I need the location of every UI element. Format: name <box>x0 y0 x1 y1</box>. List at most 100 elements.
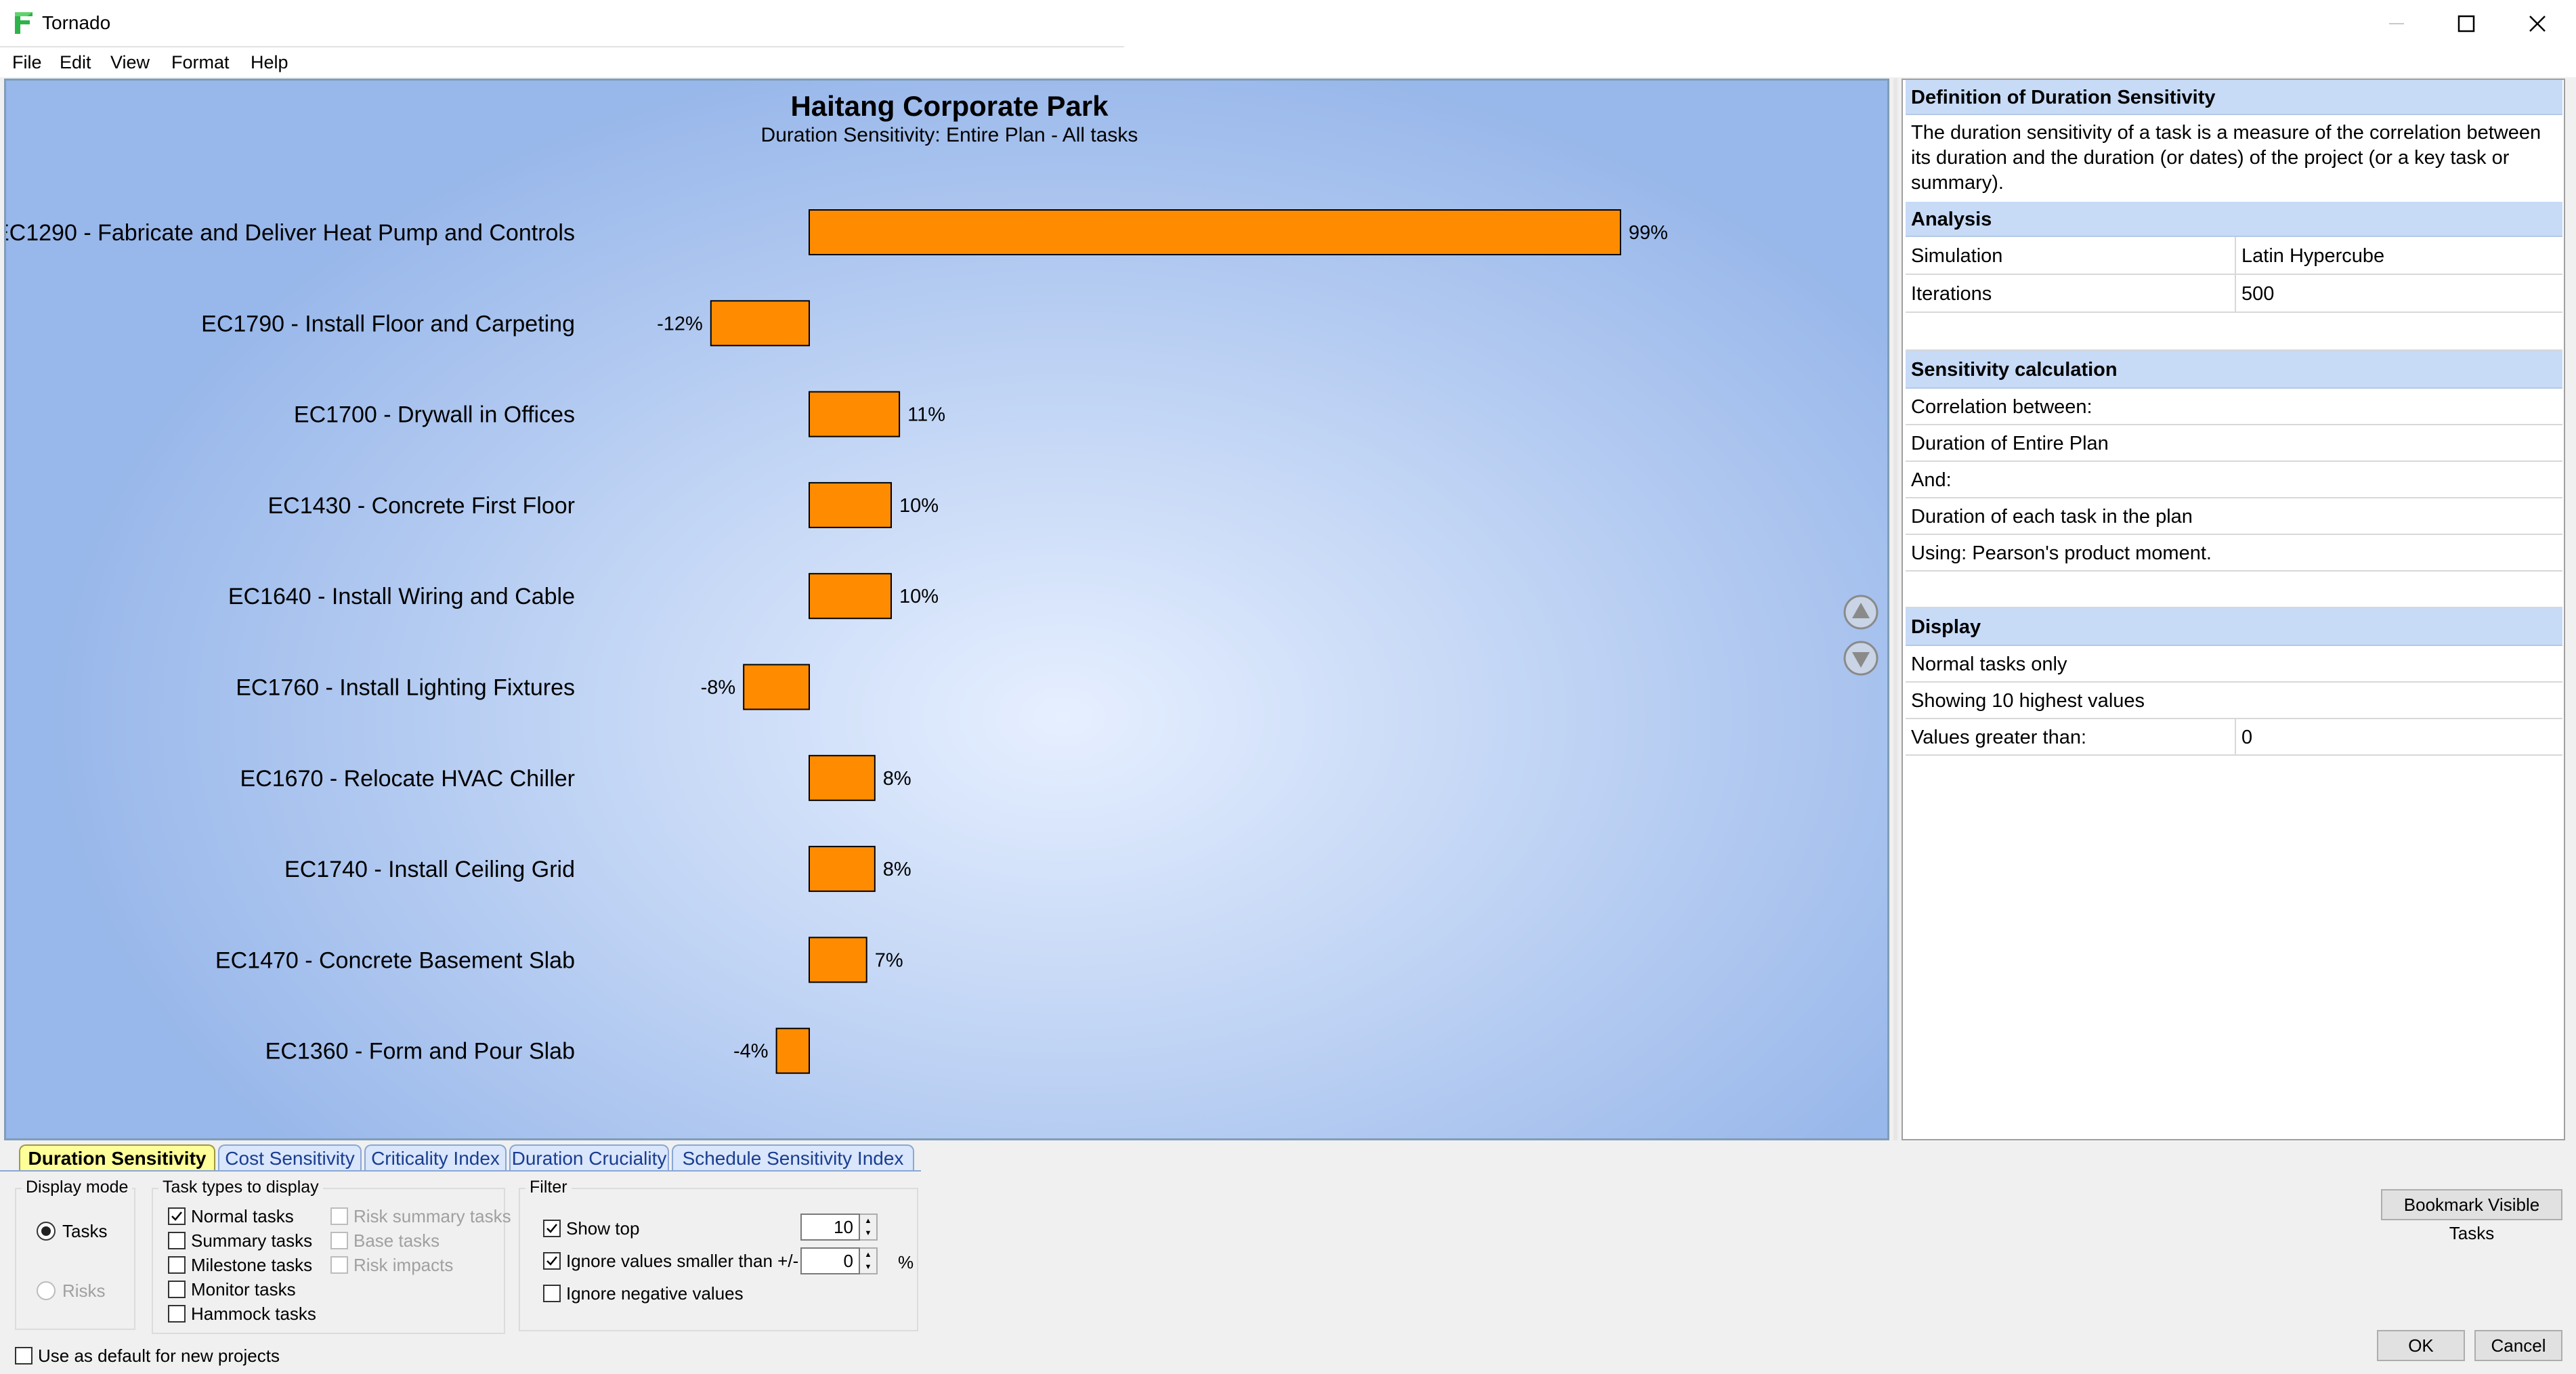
display-row: Normal tasks only <box>1906 646 2562 683</box>
risk-summary-tasks-checkbox[interactable]: Risk summary tasks <box>330 1205 511 1227</box>
show-top-checkbox[interactable]: Show top <box>543 1218 639 1239</box>
bar-9[interactable] <box>775 1027 810 1074</box>
checkbox-icon <box>543 1285 561 1302</box>
normal-tasks-checkbox[interactable]: Normal tasks <box>168 1205 294 1227</box>
tab-cost-sensitivity[interactable]: Cost Sensitivity <box>218 1144 362 1170</box>
category-label: EC1470 - Concrete Basement Slab <box>215 947 575 973</box>
checkbox-icon <box>330 1232 348 1249</box>
minimize-icon <box>2389 23 2404 24</box>
display-row-label: Showing 10 highest values <box>1911 690 2145 712</box>
category-label: EC1700 - Drywall in Offices <box>294 402 575 428</box>
menu-edit[interactable]: Edit <box>60 50 91 74</box>
bar-7[interactable] <box>809 846 876 893</box>
checkbox-icon <box>168 1305 186 1323</box>
window-title: Tornado <box>42 12 111 33</box>
hammock-tasks-label: Hammock tasks <box>191 1304 316 1324</box>
close-icon <box>2529 16 2546 32</box>
checkbox-checked-icon <box>543 1220 561 1237</box>
checkbox-icon <box>168 1281 186 1298</box>
sensitivity-header: Sensitivity calculation <box>1906 351 2562 389</box>
sens-row: Correlation between: <box>1906 389 2562 425</box>
menu-bar <box>0 47 2576 77</box>
ignore-smaller-checkbox[interactable]: Ignore values smaller than +/- <box>543 1250 798 1272</box>
checkbox-icon <box>330 1207 348 1225</box>
bar-5[interactable] <box>743 664 810 710</box>
scroll-down-icon[interactable] <box>1843 640 1879 677</box>
summary-tasks-checkbox[interactable]: Summary tasks <box>168 1230 312 1251</box>
bookmark-visible-tasks-button[interactable]: Bookmark Visible Tasks <box>2381 1189 2562 1243</box>
menu-format[interactable]: Format <box>171 50 230 74</box>
value-label: 8% <box>883 859 911 880</box>
simulation-value: Latin Hypercube <box>2241 245 2385 267</box>
checkbox-icon <box>168 1256 186 1274</box>
base-tasks-checkbox[interactable]: Base tasks <box>330 1230 439 1251</box>
show-top-stepper[interactable]: 10 ▲ ▼ <box>800 1214 878 1241</box>
category-label: EC1670 - Relocate HVAC Chiller <box>240 766 575 792</box>
ignore-negative-checkbox[interactable]: Ignore negative values <box>543 1283 744 1304</box>
bar-0[interactable] <box>809 209 1621 255</box>
ignore-smaller-value[interactable]: 0 <box>800 1247 860 1274</box>
value-label: -4% <box>733 1041 769 1062</box>
definition-body <box>1906 115 2562 202</box>
display-header-label: Display <box>1911 616 1981 638</box>
sens-row-label: Duration of Entire Plan <box>1911 433 2109 454</box>
monitor-tasks-checkbox[interactable]: Monitor tasks <box>168 1279 296 1300</box>
milestone-tasks-checkbox[interactable]: Milestone tasks <box>168 1254 312 1276</box>
menu-view[interactable]: View <box>110 50 150 74</box>
mode-tasks-label: Tasks <box>62 1221 108 1241</box>
properties-panel: Definition of Duration Sensitivity The d… <box>1902 79 2565 1140</box>
mode-risks-radio[interactable]: Risks <box>37 1280 106 1302</box>
display-header: Display <box>1906 608 2562 646</box>
iterations-value: 500 <box>2241 283 2275 305</box>
mode-risks-label: Risks <box>62 1281 106 1301</box>
value-label: 11% <box>907 404 945 426</box>
monitor-tasks-label: Monitor tasks <box>191 1279 296 1300</box>
show-top-value[interactable]: 10 <box>800 1214 860 1241</box>
display-mode-title: Display mode <box>22 1177 133 1197</box>
tab-criticality-index[interactable]: Criticality Index <box>364 1144 507 1170</box>
maximize-button[interactable] <box>2429 0 2504 47</box>
title-bar <box>0 0 2576 47</box>
mode-tasks-radio[interactable]: Tasks <box>37 1220 107 1242</box>
panel-splitter[interactable] <box>1893 79 1897 1140</box>
tab-duration-cruciality[interactable]: Duration Cruciality <box>509 1144 669 1170</box>
app-logo-icon <box>15 12 33 34</box>
menu-help[interactable]: Help <box>251 50 288 74</box>
display-row-label: Normal tasks only <box>1911 653 2067 675</box>
tab-schedule-sensitivity-index[interactable]: Schedule Sensitivity Index <box>672 1144 914 1170</box>
checkbox-checked-icon <box>543 1252 561 1270</box>
close-window-button[interactable] <box>2500 0 2575 47</box>
bar-1[interactable] <box>710 300 810 347</box>
summary-tasks-label: Summary tasks <box>191 1230 313 1251</box>
ok-button[interactable]: OK <box>2377 1330 2465 1361</box>
category-label: EC1740 - Install Ceiling Grid <box>284 857 575 882</box>
bar-6[interactable] <box>809 754 876 801</box>
value-label: 10% <box>899 586 939 607</box>
spin-up-icon[interactable]: ▲ <box>860 1249 876 1261</box>
bar-8[interactable] <box>809 937 867 983</box>
use-default-checkbox[interactable]: Use as default for new projects <box>15 1345 280 1367</box>
minimize-button[interactable] <box>2359 0 2434 47</box>
risk-impacts-checkbox[interactable]: Risk impacts <box>330 1254 453 1276</box>
cancel-button[interactable]: Cancel <box>2474 1330 2562 1361</box>
bar-4[interactable] <box>809 573 893 620</box>
bars-layer: EC1290 - Fabricate and Deliver Heat Pump… <box>6 209 1668 1074</box>
maximize-icon <box>2457 15 2475 33</box>
spin-up-icon[interactable]: ▲ <box>860 1215 876 1227</box>
sens-row-label: Using: Pearson's product moment. <box>1911 542 2212 564</box>
menu-file[interactable]: File <box>12 50 42 74</box>
ignore-smaller-stepper[interactable]: 0 ▲ ▼ <box>800 1247 878 1274</box>
scroll-up-icon[interactable] <box>1843 594 1879 630</box>
value-label: 99% <box>1629 222 1668 244</box>
blank-row <box>1906 313 2562 351</box>
iterations-label: Iterations <box>1911 283 1992 305</box>
hammock-tasks-checkbox[interactable]: Hammock tasks <box>168 1303 316 1325</box>
sens-row: Duration of Entire Plan <box>1906 425 2562 462</box>
tab-duration-sensitivity[interactable]: Duration Sensitivity <box>19 1144 215 1170</box>
spin-down-icon[interactable]: ▼ <box>860 1261 876 1273</box>
show-top-label: Show top <box>566 1218 640 1239</box>
bar-3[interactable] <box>809 481 893 528</box>
bar-2[interactable] <box>809 391 901 437</box>
tornado-chart-panel: Haitang Corporate Park Duration Sensitiv… <box>4 79 1889 1140</box>
spin-down-icon[interactable]: ▼ <box>860 1227 876 1239</box>
